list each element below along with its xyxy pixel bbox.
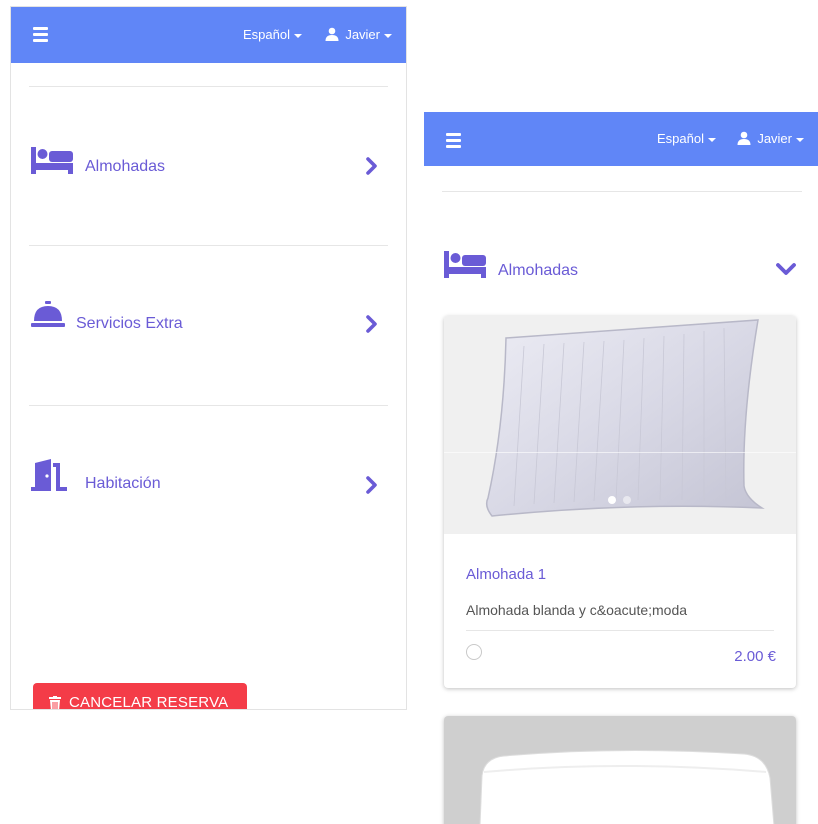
divider <box>442 191 802 192</box>
navbar: Español Javier <box>11 7 406 63</box>
chevron-right-icon[interactable] <box>366 315 378 333</box>
user-dropdown[interactable]: Javier <box>737 112 804 166</box>
hamburger-icon[interactable] <box>33 27 48 42</box>
user-name: Javier <box>757 131 792 146</box>
language-dropdown[interactable]: Español <box>243 7 302 63</box>
bed-icon <box>31 147 73 174</box>
category-almohadas[interactable]: Almohadas <box>444 249 798 289</box>
caret-down-icon <box>708 137 716 142</box>
caret-down-icon <box>294 33 302 38</box>
product-description: Almohada blanda y c&oacute;moda <box>466 602 688 618</box>
product-card[interactable]: Almohada 1 Almohada blanda y c&oacute;mo… <box>444 316 796 688</box>
left-screen: Español Javier Almohadas Servicios Extra… <box>10 6 407 710</box>
user-icon <box>737 131 751 145</box>
category-habitacion[interactable]: Habitación <box>31 459 386 499</box>
category-label: Habitación <box>85 475 161 492</box>
caret-down-icon <box>796 137 804 142</box>
bed-icon <box>444 251 486 278</box>
category-label: Almohadas <box>498 262 579 279</box>
product-select-radio[interactable] <box>466 644 482 660</box>
divider <box>29 86 388 87</box>
user-dropdown[interactable]: Javier <box>325 7 392 63</box>
right-screen: Español Javier Almohadas Almohada 1 Almo… <box>424 108 818 824</box>
product-title[interactable]: Almohada 1 <box>466 566 546 583</box>
user-icon <box>325 27 339 41</box>
concierge-bell-icon <box>31 301 65 327</box>
navbar: Español Javier <box>424 112 818 166</box>
cancel-reservation-button[interactable]: CANCELAR RESERVA <box>33 683 247 710</box>
user-name: Javier <box>345 27 380 42</box>
chevron-right-icon[interactable] <box>366 157 378 175</box>
pillow-image <box>444 716 796 824</box>
cancel-reservation-label: CANCELAR RESERVA <box>69 694 229 710</box>
category-servicios-extra[interactable]: Servicios Extra <box>31 299 386 339</box>
pillow-image <box>444 319 796 517</box>
category-almohadas[interactable]: Almohadas <box>31 145 386 185</box>
hamburger-icon[interactable] <box>446 133 461 148</box>
language-label: Español <box>657 131 704 146</box>
door-open-icon <box>31 459 67 491</box>
category-label: Servicios Extra <box>76 315 183 332</box>
product-card[interactable] <box>444 716 796 824</box>
divider <box>466 630 774 631</box>
divider <box>29 245 388 246</box>
language-dropdown[interactable]: Español <box>657 112 716 166</box>
divider <box>29 405 388 406</box>
trash-icon <box>49 696 61 709</box>
product-price: 2.00 € <box>734 648 776 665</box>
chevron-right-icon[interactable] <box>366 476 378 494</box>
language-label: Español <box>243 27 290 42</box>
chevron-down-icon[interactable] <box>776 263 796 277</box>
category-label: Almohadas <box>85 158 166 175</box>
caret-down-icon <box>384 33 392 38</box>
product-carousel[interactable] <box>444 316 796 534</box>
